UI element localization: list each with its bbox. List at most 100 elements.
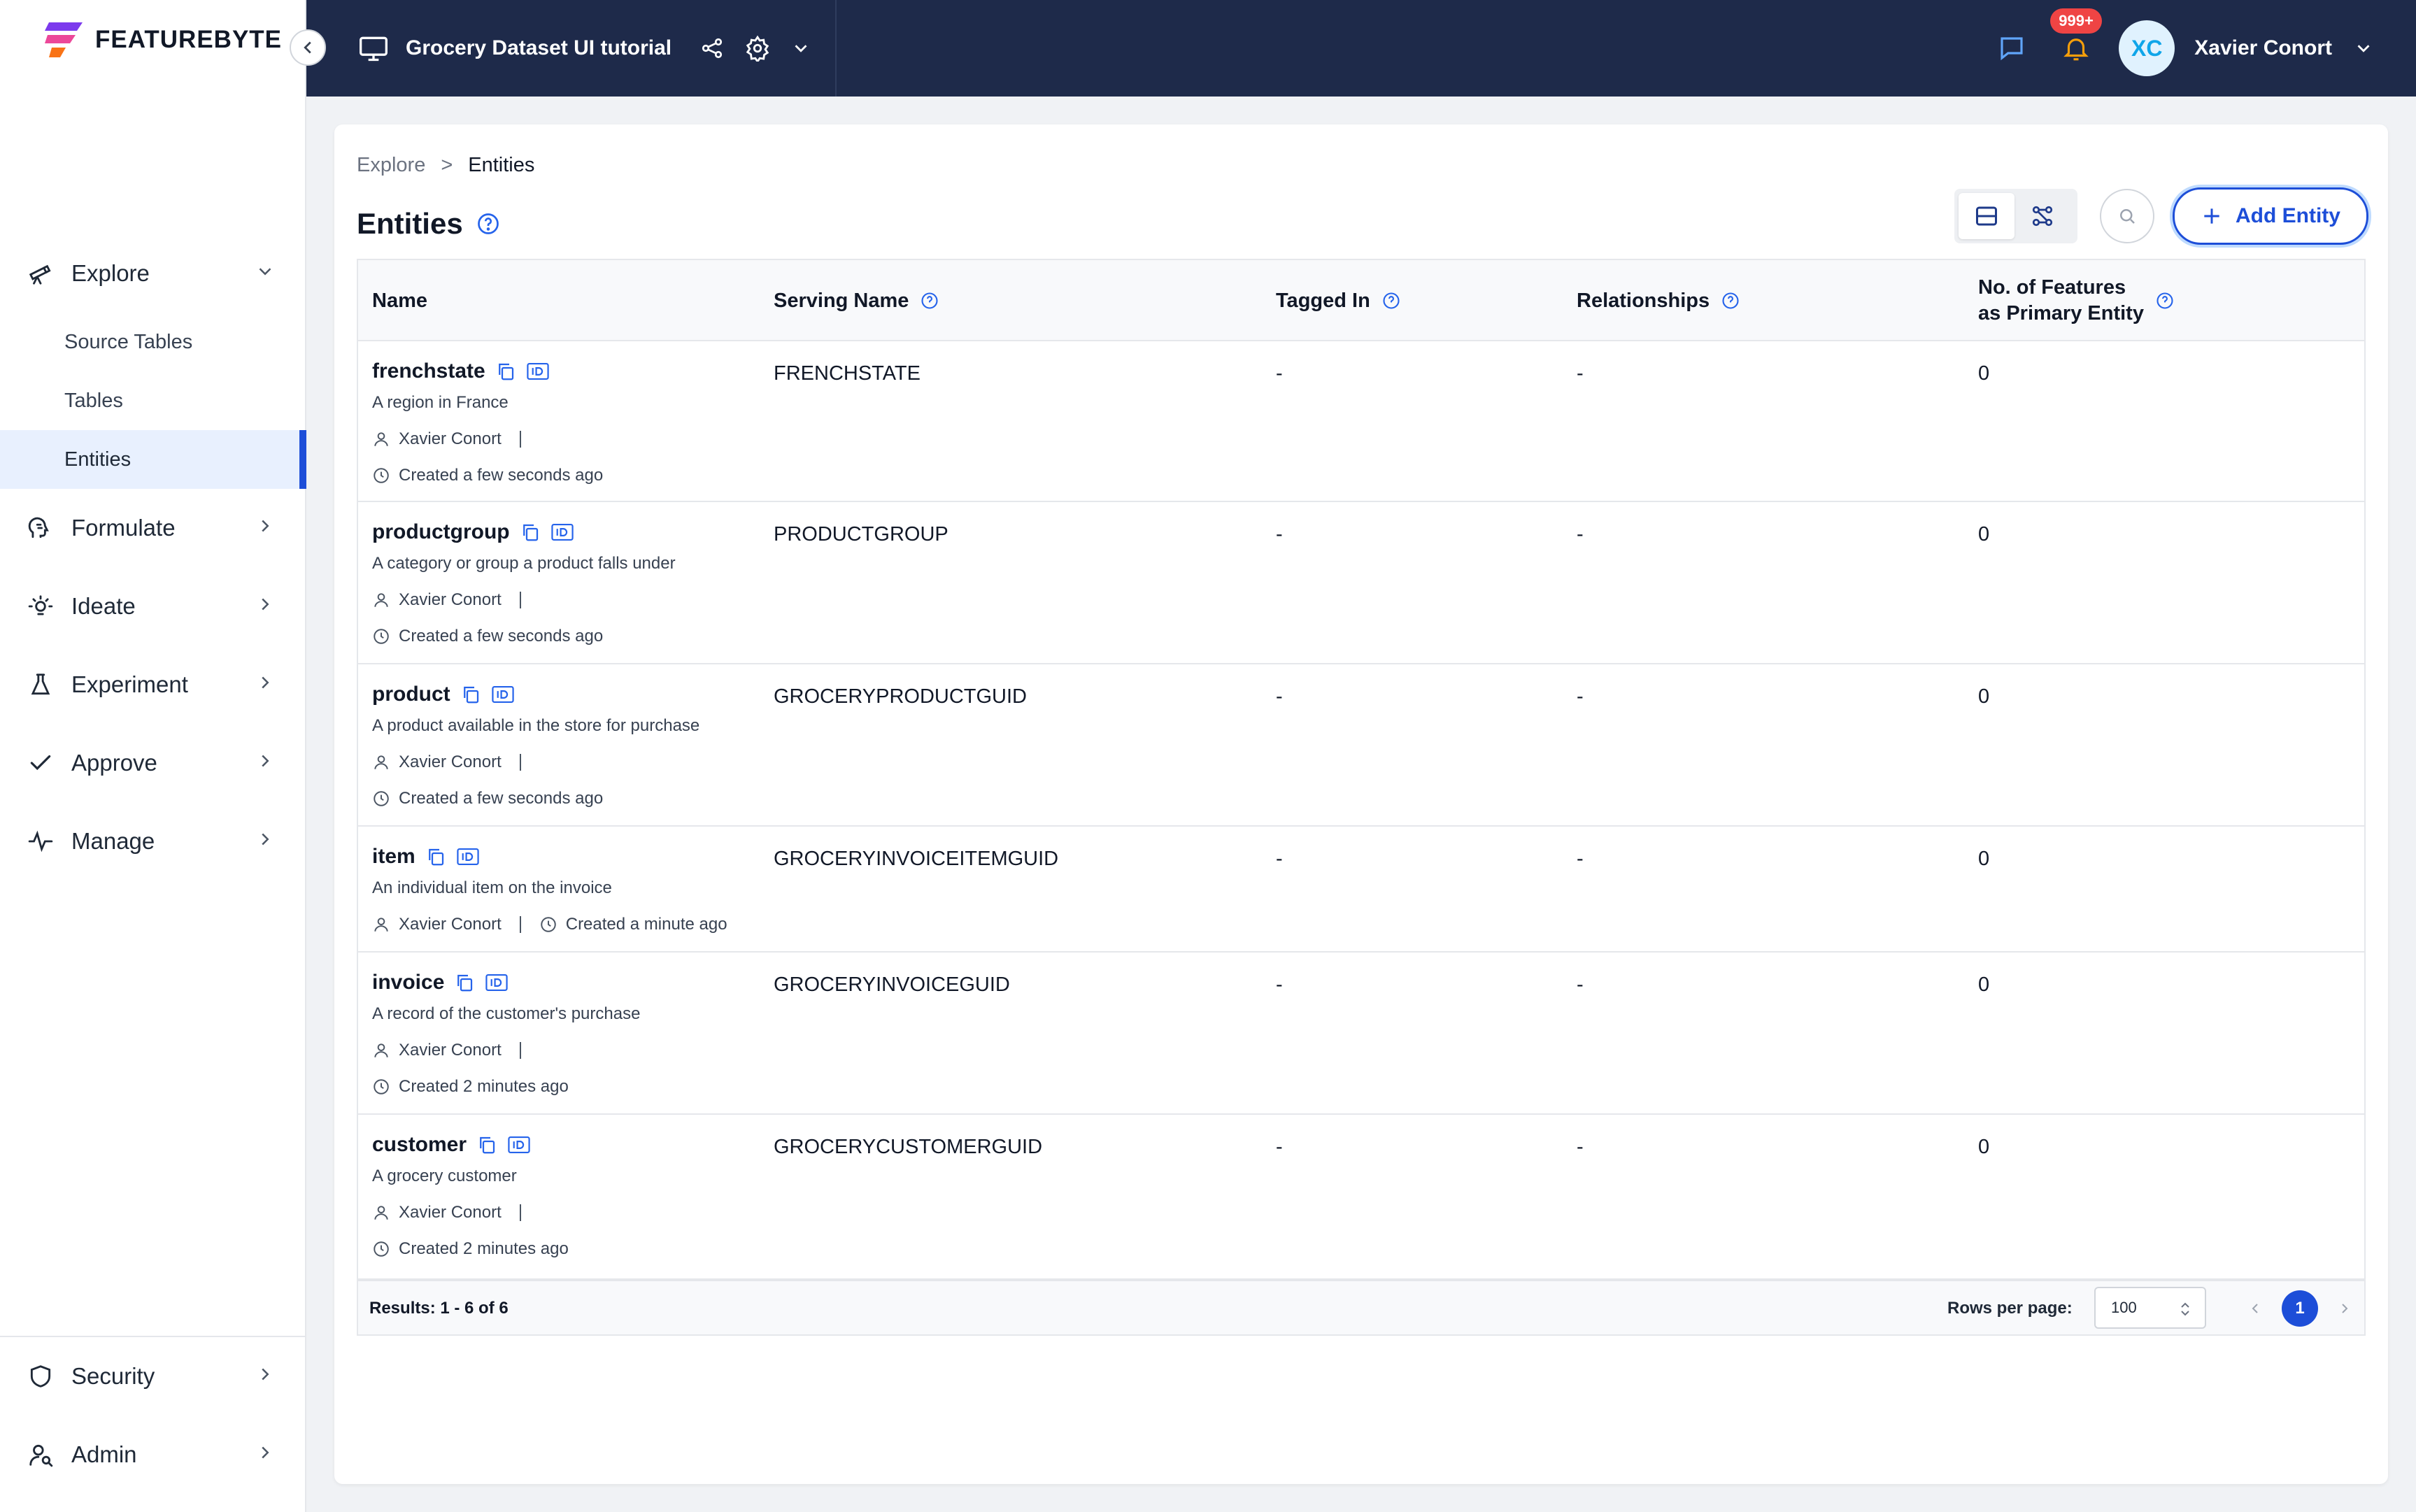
- sidebar-item-label: Experiment: [71, 671, 188, 697]
- relationships-cell: -: [1577, 362, 1584, 385]
- sidebar-item-label: Security: [71, 1363, 155, 1389]
- column-header-relationships[interactable]: Relationships: [1577, 260, 1740, 341]
- entity-created: Created a few seconds ago: [399, 466, 604, 485]
- help-icon[interactable]: [2155, 291, 2175, 311]
- sidebar-item-explore[interactable]: Explore: [0, 234, 306, 313]
- column-header-tagged-in[interactable]: Tagged In: [1276, 260, 1401, 341]
- clock-icon: [372, 466, 390, 485]
- entity-meta: Xavier Conort: [372, 1041, 764, 1060]
- table-row[interactable]: item An individual item on the invoice Xav…: [358, 827, 2364, 953]
- bell-icon: [2063, 38, 2089, 61]
- column-label: Name: [372, 289, 427, 312]
- sidebar-bottom: Security Admin: [0, 1336, 306, 1494]
- add-entity-label: Add Entity: [2236, 204, 2340, 227]
- sidebar-item-admin[interactable]: Admin: [0, 1415, 306, 1494]
- telescope-icon: [27, 259, 55, 287]
- sidebar-item-experiment[interactable]: Experiment: [0, 646, 306, 724]
- chevron-down-icon[interactable]: [790, 38, 811, 59]
- chevron-left-icon: [304, 41, 311, 54]
- entity-author: Xavier Conort: [399, 915, 502, 934]
- project-selector[interactable]: Grocery Dataset UI tutorial: [306, 0, 837, 97]
- table-footer: Results: 1 - 6 of 6 Rows per page: 100 1: [358, 1280, 2364, 1334]
- sidebar: FEATUREBYTE Explore Source Tables Tables…: [0, 0, 306, 1512]
- help-icon[interactable]: [476, 211, 501, 236]
- entity-name-row: productgroup: [372, 520, 764, 544]
- sidebar-item-label: Explore: [71, 260, 150, 286]
- entity-name[interactable]: invoice: [372, 971, 444, 994]
- sidebar-item-approve[interactable]: Approve: [0, 724, 306, 802]
- clock-icon: [372, 1240, 390, 1258]
- copy-icon[interactable]: [520, 522, 541, 543]
- notifications-button[interactable]: 999+: [2050, 8, 2102, 63]
- brand-name: FEATUREBYTE: [95, 26, 283, 53]
- copy-icon[interactable]: [425, 846, 446, 867]
- brand-logo[interactable]: FEATUREBYTE: [45, 21, 282, 59]
- gear-icon[interactable]: [744, 35, 771, 62]
- chevron-right-icon: [255, 829, 276, 850]
- sidebar-item-label: Approve: [71, 750, 157, 776]
- table-row[interactable]: customer A grocery customer Xavier Conort C…: [358, 1115, 2364, 1280]
- sidebar-item-tables[interactable]: Tables: [0, 371, 306, 430]
- entity-name[interactable]: frenchstate: [372, 359, 485, 383]
- entity-meta: Xavier Conort: [372, 590, 764, 610]
- help-icon[interactable]: [920, 291, 939, 311]
- results-count: Results: 1 - 6 of 6: [369, 1299, 509, 1318]
- name-cell: invoice A record of the customer's purcha…: [372, 971, 764, 1097]
- copy-icon[interactable]: [460, 684, 481, 705]
- relationships-cell: -: [1577, 523, 1584, 545]
- rows-per-page-select[interactable]: 100: [2094, 1287, 2206, 1329]
- relationships-cell: -: [1577, 1136, 1584, 1158]
- entity-name[interactable]: item: [372, 845, 415, 869]
- sidebar-item-security[interactable]: Security: [0, 1337, 306, 1415]
- entity-name[interactable]: product: [372, 683, 450, 706]
- breadcrumb-explore[interactable]: Explore: [357, 154, 425, 177]
- table-view-button[interactable]: [1959, 193, 2014, 239]
- entity-name[interactable]: customer: [372, 1133, 467, 1157]
- user-icon: [372, 1204, 390, 1222]
- id-icon[interactable]: [550, 522, 574, 543]
- chevron-right-icon: [255, 750, 276, 771]
- table-row[interactable]: invoice A record of the customer's purcha…: [358, 953, 2364, 1115]
- entity-description: A region in France: [372, 393, 509, 412]
- add-entity-button[interactable]: Add Entity: [2173, 187, 2368, 245]
- id-icon[interactable]: [456, 846, 480, 867]
- table-row[interactable]: product A product available in the store …: [358, 664, 2364, 827]
- share-icon[interactable]: [699, 36, 725, 61]
- copy-icon[interactable]: [454, 972, 475, 993]
- copy-icon[interactable]: [476, 1134, 497, 1155]
- next-page-button[interactable]: [2336, 1300, 2353, 1317]
- sidebar-item-source-tables[interactable]: Source Tables: [0, 313, 306, 371]
- id-icon[interactable]: [485, 972, 509, 993]
- entity-created: Created 2 minutes ago: [399, 1077, 569, 1096]
- help-icon[interactable]: [1721, 291, 1740, 311]
- sidebar-item-ideate[interactable]: Ideate: [0, 567, 306, 646]
- sidebar-item-manage[interactable]: Manage: [0, 802, 306, 880]
- page-button-current[interactable]: 1: [2282, 1290, 2318, 1327]
- id-icon[interactable]: [526, 361, 550, 382]
- search-button[interactable]: [2100, 189, 2154, 243]
- chevron-down-icon[interactable]: [2353, 38, 2374, 59]
- entity-name[interactable]: productgroup: [372, 520, 510, 544]
- graph-view-button[interactable]: [2014, 193, 2070, 239]
- entity-author: Xavier Conort: [399, 590, 502, 609]
- copy-icon[interactable]: [495, 361, 516, 382]
- id-icon[interactable]: [507, 1134, 531, 1155]
- name-cell: productgroup A category or group a produc…: [372, 520, 764, 646]
- help-icon[interactable]: [1381, 291, 1401, 311]
- relationships-cell: -: [1577, 685, 1584, 708]
- previous-page-button[interactable]: [2247, 1300, 2264, 1317]
- table-row[interactable]: productgroup A category or group a produc…: [358, 502, 2364, 664]
- chat-icon[interactable]: [1997, 34, 2026, 63]
- column-header-serving-name[interactable]: Serving Name: [774, 260, 939, 341]
- main-content: Explore > Entities Entities Add Entity N…: [334, 124, 2388, 1484]
- table-row[interactable]: frenchstate A region in France Xavier Cono…: [358, 341, 2364, 502]
- column-header-name[interactable]: Name: [372, 260, 427, 341]
- column-header-features[interactable]: No. of Features as Primary Entity: [1978, 260, 2175, 341]
- user-name[interactable]: Xavier Conort: [2194, 36, 2332, 60]
- id-icon[interactable]: [491, 684, 515, 705]
- entity-author: Xavier Conort: [399, 1203, 502, 1222]
- sidebar-item-formulate[interactable]: Formulate: [0, 489, 306, 567]
- collapse-sidebar-button[interactable]: [290, 29, 326, 66]
- avatar[interactable]: XC: [2119, 20, 2175, 76]
- sidebar-item-entities[interactable]: Entities: [0, 430, 306, 489]
